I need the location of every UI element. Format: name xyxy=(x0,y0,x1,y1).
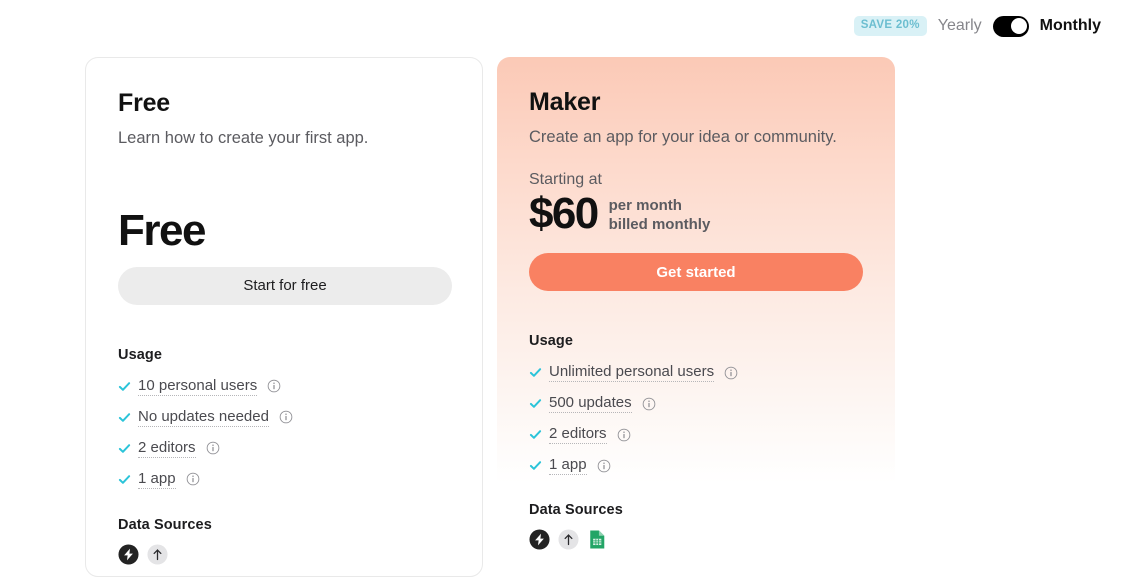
price-meta-maker: per month billed monthly xyxy=(609,194,711,234)
usage-item: 2 editors xyxy=(529,419,863,450)
usage-label: 500 updates xyxy=(549,394,632,414)
usage-label: 10 personal users xyxy=(138,377,258,397)
upload-arrow-icon[interactable] xyxy=(558,529,579,550)
start-for-free-button[interactable]: Start for free xyxy=(118,266,452,305)
usage-item: 10 personal users xyxy=(118,371,450,402)
data-sources-title-free: Data Sources xyxy=(118,516,212,533)
switch-knob xyxy=(1010,18,1027,34)
billing-monthly-label[interactable]: Monthly xyxy=(1040,18,1101,34)
price-value-maker: $60 xyxy=(529,189,599,239)
data-sources-title-maker: Data Sources xyxy=(529,502,623,519)
price-period: per month xyxy=(608,197,682,215)
check-icon xyxy=(529,399,542,409)
usage-label: Unlimited personal users xyxy=(549,363,715,383)
plan-description-free: Learn how to create your first app. xyxy=(118,128,369,147)
info-icon[interactable] xyxy=(279,410,293,424)
info-icon[interactable] xyxy=(642,397,656,411)
price-billing: billed monthly xyxy=(608,215,711,233)
starting-at-label: Starting at xyxy=(529,170,602,188)
check-icon xyxy=(118,444,131,453)
usage-label: 1 app xyxy=(549,456,587,476)
info-icon[interactable] xyxy=(206,441,220,455)
glide-tables-icon[interactable] xyxy=(118,544,139,565)
info-icon[interactable] xyxy=(267,379,281,393)
usage-label: 1 app xyxy=(138,470,176,490)
usage-label: 2 editors xyxy=(138,439,196,459)
check-icon xyxy=(118,413,131,422)
google-sheets-icon[interactable] xyxy=(587,529,608,550)
usage-title-maker: Usage xyxy=(529,333,574,350)
price-area-free: Free xyxy=(118,193,450,253)
check-icon xyxy=(529,430,542,440)
check-icon xyxy=(529,368,542,378)
usage-label: 2 editors xyxy=(549,425,607,445)
save-badge: SAVE 20% xyxy=(853,16,927,36)
get-started-button[interactable]: Get started xyxy=(529,253,863,292)
info-icon[interactable] xyxy=(597,459,611,473)
info-icon[interactable] xyxy=(186,472,200,486)
usage-item: 1 app xyxy=(118,464,450,495)
pricing-card-maker: Maker Create an app for your idea or com… xyxy=(497,57,895,577)
info-icon[interactable] xyxy=(617,428,631,442)
usage-label: No updates needed xyxy=(138,408,269,428)
info-icon[interactable] xyxy=(724,366,738,380)
plan-name-free: Free xyxy=(118,89,171,117)
billing-yearly-label[interactable]: Yearly xyxy=(938,18,982,34)
billing-toggle-group: SAVE 20% Yearly Monthly xyxy=(853,15,1101,37)
data-sources-icons-maker xyxy=(529,529,863,550)
usage-list-maker: Unlimited personal users 500 updates 2 e… xyxy=(529,357,863,481)
billing-period-switch[interactable] xyxy=(992,15,1029,37)
usage-item: No updates needed xyxy=(118,402,450,433)
usage-item: 1 app xyxy=(529,450,863,481)
price-value-free: Free xyxy=(118,205,206,255)
price-row-maker: $60 per month billed monthly xyxy=(529,189,863,239)
usage-title-free: Usage xyxy=(118,346,163,363)
glide-tables-icon[interactable] xyxy=(529,529,550,550)
data-sources-icons-free xyxy=(118,544,450,565)
check-icon xyxy=(118,382,131,391)
plan-description-maker: Create an app for your idea or community… xyxy=(529,127,837,146)
billing-period-bar: SAVE 20% Yearly Monthly xyxy=(0,0,1139,52)
usage-item: 500 updates xyxy=(529,388,863,419)
usage-item: 2 editors xyxy=(118,433,450,464)
usage-list-free: 10 personal users No updates needed 2 ed… xyxy=(118,371,450,495)
usage-item: Unlimited personal users xyxy=(529,357,863,388)
plan-name-maker: Maker xyxy=(529,88,601,116)
check-icon xyxy=(118,475,131,484)
pricing-card-free: Free Learn how to create your first app.… xyxy=(85,57,483,577)
upload-arrow-icon[interactable] xyxy=(147,544,168,565)
check-icon xyxy=(529,461,542,471)
